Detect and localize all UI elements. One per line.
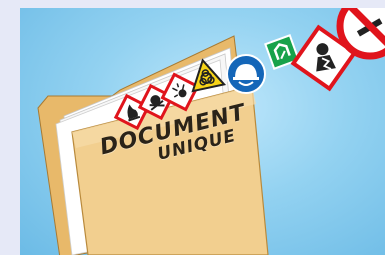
illustration-panel: DOCUMENT UNIQUE: [20, 8, 385, 255]
hard-hat-mandatory-sign-icon: [226, 54, 266, 94]
no-smoking-sign-icon: [336, 8, 385, 60]
